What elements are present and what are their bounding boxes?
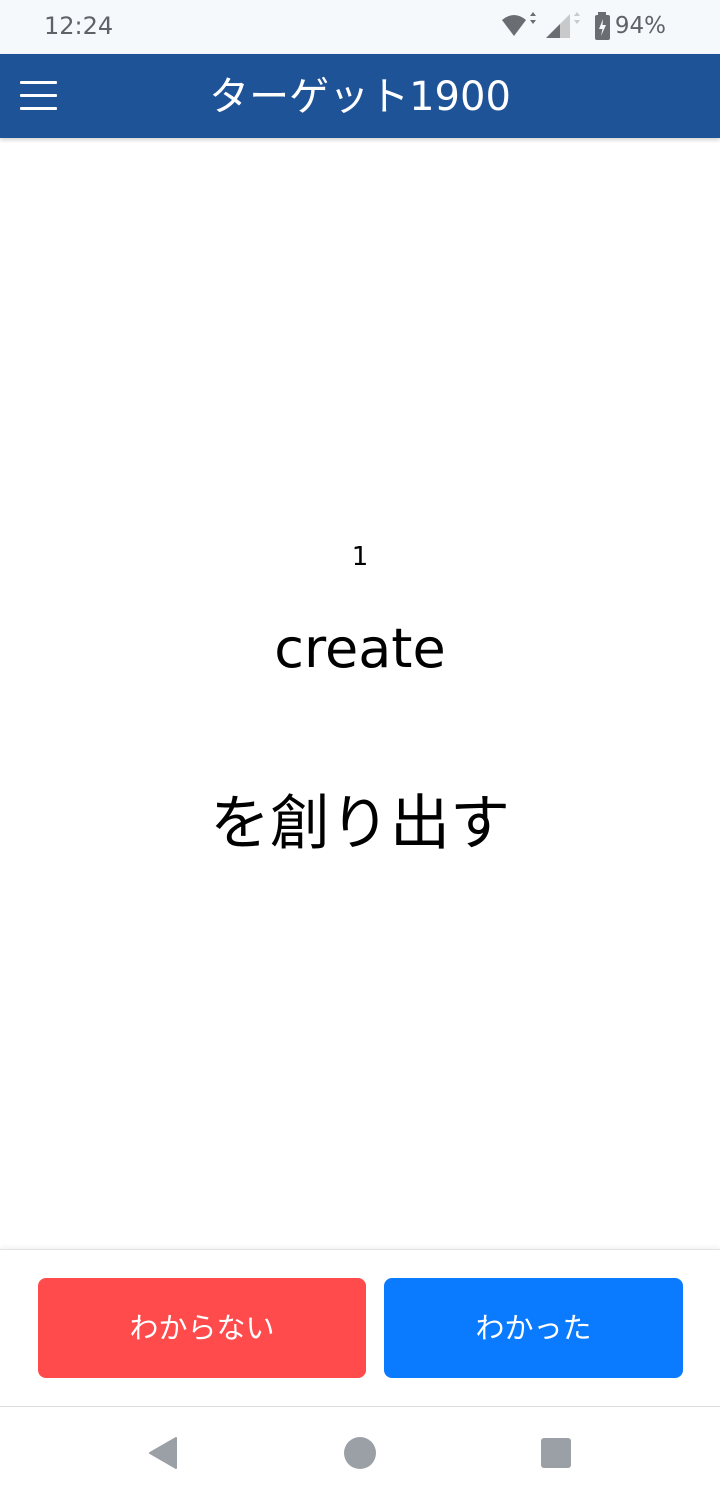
dont-know-button[interactable]: わからない	[38, 1278, 366, 1378]
action-panel: わからない わかった	[0, 1249, 720, 1407]
status-icons: 94%	[480, 0, 720, 54]
app-bar: ターゲット1900	[0, 54, 720, 138]
got-it-button[interactable]: わかった	[384, 1278, 683, 1378]
card-meaning: を創り出す	[210, 789, 510, 859]
status-bar: 12:24 94%	[0, 0, 720, 54]
status-time: 12:24	[44, 12, 114, 40]
recents-icon[interactable]	[538, 1435, 574, 1471]
wifi-icon	[502, 12, 536, 36]
battery-charging-icon	[595, 12, 610, 40]
battery-percentage: 94%	[614, 13, 666, 39]
cellular-signal-icon	[546, 12, 580, 38]
card-number: 1	[351, 542, 369, 572]
app-title: ターゲット1900	[209, 74, 511, 120]
back-icon[interactable]	[146, 1435, 182, 1471]
home-icon[interactable]	[342, 1435, 378, 1471]
card-word: create	[274, 617, 446, 680]
system-nav-bar	[0, 1406, 720, 1497]
